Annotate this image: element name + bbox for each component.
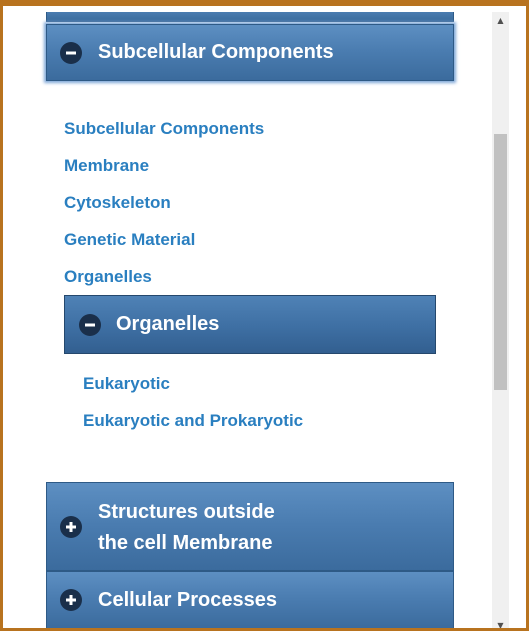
link-cytoskeleton[interactable]: Cytoskeleton xyxy=(64,193,171,213)
accordion-header-label: Structures outside the cell Membrane xyxy=(98,497,275,559)
plus-circle-icon[interactable] xyxy=(60,515,82,538)
scroll-up-arrow-icon[interactable]: ▲ xyxy=(492,12,509,29)
window-frame: Subcellular Components Subcellular Compo… xyxy=(0,0,529,631)
header-label-line1: Structures outside xyxy=(98,501,275,523)
plus-circle-icon[interactable] xyxy=(60,589,82,611)
link-organelles[interactable]: Organelles xyxy=(64,267,152,287)
link-membrane[interactable]: Membrane xyxy=(64,156,149,176)
minus-circle-icon[interactable] xyxy=(60,41,82,64)
accordion-header-cellular-processes[interactable]: Cellular Processes xyxy=(46,571,454,628)
accordion-header-label: Organelles xyxy=(116,313,220,335)
scroll-area: Subcellular Components Subcellular Compo… xyxy=(6,12,492,628)
link-eukaryotic-and-prokaryotic[interactable]: Eukaryotic and Prokaryotic xyxy=(83,411,303,431)
minus-circle-icon[interactable] xyxy=(79,313,101,336)
link-subcellular-components[interactable]: Subcellular Components xyxy=(64,119,264,139)
accordion-header-label: Subcellular Components xyxy=(98,41,334,63)
header-label-line2: the cell Membrane xyxy=(98,532,273,554)
accordion-header-structures[interactable]: Structures outside the cell Membrane xyxy=(46,482,454,571)
link-genetic-material[interactable]: Genetic Material xyxy=(64,230,195,250)
scroll-thumb[interactable] xyxy=(494,134,507,390)
link-eukaryotic[interactable]: Eukaryotic xyxy=(83,374,170,394)
accordion-header-organelles[interactable]: Organelles xyxy=(64,295,436,354)
scroll-down-arrow-icon[interactable]: ▼ xyxy=(492,617,509,628)
accordion-header-subcellular[interactable]: Subcellular Components xyxy=(46,24,454,81)
content-pane: Subcellular Components Subcellular Compo… xyxy=(6,12,509,628)
accordion-header-label: Cellular Processes xyxy=(98,588,277,611)
accordion-header-previous[interactable] xyxy=(46,12,454,22)
vertical-scrollbar[interactable]: ▲ ▼ xyxy=(492,12,509,628)
